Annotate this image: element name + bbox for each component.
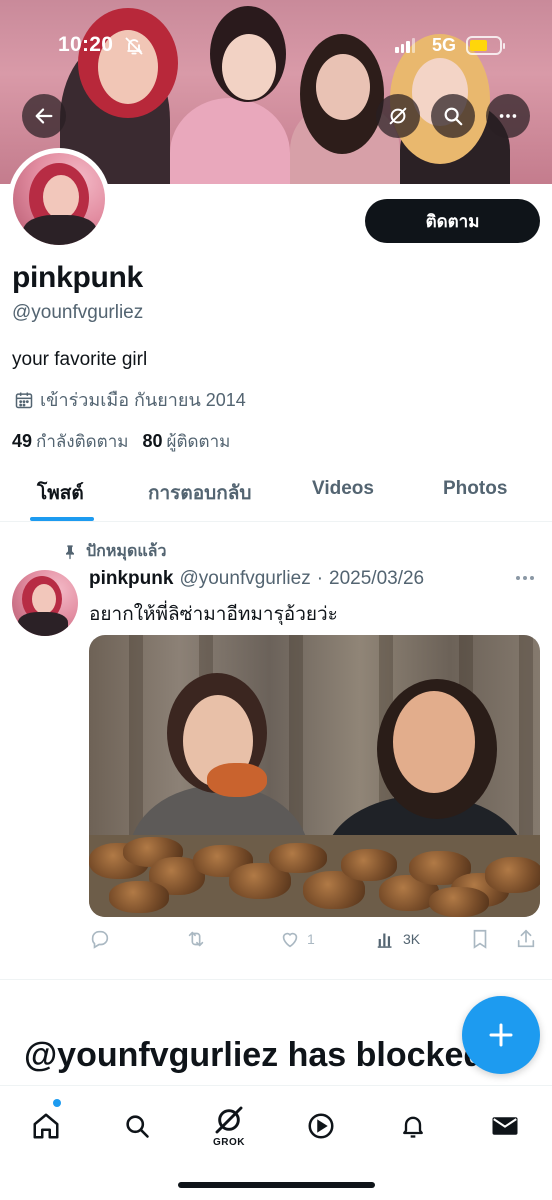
following-link[interactable]: 49 กำลังติดตาม — [12, 428, 128, 455]
views-icon — [377, 933, 392, 948]
tweet-media[interactable] — [89, 635, 540, 917]
like-button[interactable]: 1 — [279, 928, 315, 950]
nav-home[interactable] — [24, 1104, 68, 1148]
more-horizontal-icon — [499, 114, 517, 118]
signal-icon — [395, 37, 415, 53]
grok-header-button[interactable] — [376, 94, 420, 138]
bell-icon — [403, 1116, 423, 1138]
pinned-label: ปักหมุดแล้ว — [62, 539, 166, 564]
status-time: 10:20 — [58, 33, 114, 56]
reply-icon — [91, 930, 109, 949]
tweet-author-name[interactable]: pinkpunk — [89, 568, 173, 590]
home-icon — [33, 1113, 59, 1139]
search-icon — [444, 107, 463, 126]
profile-bio: your favorite girl — [12, 349, 148, 370]
home-indicator — [178, 1182, 375, 1188]
views-button[interactable]: 3K — [375, 928, 420, 950]
calendar-icon — [15, 392, 33, 408]
heart-icon — [282, 932, 298, 948]
tweet-divider — [0, 979, 552, 980]
tweet-date[interactable]: 2025/03/26 — [329, 568, 424, 590]
share-button[interactable] — [515, 928, 537, 950]
compose-button[interactable] — [462, 996, 540, 1074]
follow-counts: 49 กำลังติดตาม 80 ผู้ติดตาม — [12, 428, 230, 455]
active-tab-indicator — [30, 517, 94, 521]
profile-tabs: โพสต์ การตอบกลับ Videos Photos — [0, 462, 552, 522]
view-count: 3K — [403, 931, 421, 947]
bookmark-icon — [473, 929, 487, 949]
share-icon — [517, 929, 535, 948]
status-bar: 10:20 5G — [0, 0, 552, 90]
tweet-header: pinkpunk @younfvgurliez · 2025/03/26 — [89, 568, 424, 590]
nav-notifications[interactable] — [391, 1104, 435, 1148]
nav-notification-dot — [53, 1099, 61, 1107]
tab-videos[interactable]: Videos — [312, 478, 374, 500]
profile-handle: @younfvgurliez — [12, 302, 144, 323]
bookmark-button[interactable] — [469, 928, 491, 950]
nav-search[interactable] — [115, 1104, 159, 1148]
tweet-separator: · — [316, 568, 324, 589]
tab-posts[interactable]: โพสต์ — [37, 478, 84, 508]
arrow-left-icon — [35, 108, 53, 124]
display-name: pinkpunk — [12, 261, 143, 294]
network-label: 5G — [432, 35, 457, 55]
grok-label: GROK — [213, 1137, 245, 1148]
plus-icon — [489, 1023, 513, 1047]
silent-bell-icon — [124, 36, 144, 61]
joined-label: เข้าร่วมเมือ กันยายน 2014 — [40, 390, 246, 410]
nav-video[interactable] — [299, 1104, 343, 1148]
more-header-button[interactable] — [486, 94, 530, 138]
tweet-avatar[interactable] — [12, 570, 78, 636]
search-icon — [126, 1115, 149, 1138]
followers-link[interactable]: 80 ผู้ติดตาม — [142, 428, 230, 455]
follow-button[interactable]: ติดตาม — [365, 199, 540, 243]
tweet-more-icon[interactable] — [516, 576, 534, 580]
blocked-notice: @younfvgurliez has blocked — [24, 1036, 484, 1074]
nav-grok[interactable]: GROK — [207, 1104, 251, 1148]
nav-messages[interactable] — [483, 1104, 527, 1148]
play-icon — [308, 1113, 334, 1139]
tweet-actions: 1 3K — [89, 928, 540, 954]
back-button[interactable] — [22, 94, 66, 138]
banner-person-2 — [170, 98, 290, 184]
tweet-author-handle[interactable]: @younfvgurliez — [179, 568, 310, 590]
battery-icon — [466, 36, 505, 55]
reply-button[interactable] — [89, 928, 111, 950]
tab-replies[interactable]: การตอบกลับ — [148, 478, 251, 508]
search-header-button[interactable] — [431, 94, 475, 138]
profile-avatar[interactable] — [8, 148, 110, 250]
grok-icon — [389, 107, 407, 125]
retweet-button[interactable] — [185, 928, 207, 950]
pin-icon — [66, 544, 74, 559]
tweet-text: อยากให้พี่ลิซ่ามาอีทมารุอ้วยว่ะ — [89, 604, 338, 625]
joined-date: เข้าร่วมเมือ กันยายน 2014 — [14, 385, 246, 414]
retweet-icon — [188, 931, 204, 947]
mail-icon — [492, 1117, 518, 1135]
grok-icon — [215, 1106, 243, 1134]
tab-photos[interactable]: Photos — [443, 478, 507, 500]
like-count: 1 — [307, 931, 315, 947]
